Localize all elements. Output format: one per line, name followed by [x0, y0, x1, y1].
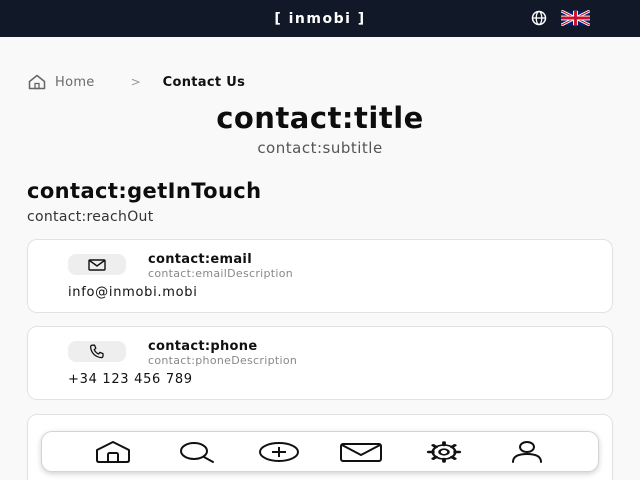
- phone-label: contact:phone: [148, 339, 258, 354]
- breadcrumb-home-label: Home: [55, 74, 95, 90]
- add-icon: [258, 441, 299, 462]
- phone-description: contact:phoneDescription: [148, 354, 298, 367]
- nav-add[interactable]: [257, 437, 301, 467]
- breadcrumb-current: Contact Us: [162, 74, 246, 90]
- top-bar: [ inmobi ]: [0, 0, 640, 37]
- breadcrumb-separator: >: [130, 75, 141, 89]
- mail-icon: [340, 442, 383, 462]
- bottom-nav: [41, 431, 599, 472]
- phone-card: contact:phone contact:phoneDescription +…: [27, 326, 613, 400]
- email-card: contact:email contact:emailDescription i…: [27, 239, 613, 313]
- globe-icon[interactable]: [527, 9, 551, 27]
- nav-profile[interactable]: [505, 437, 549, 467]
- user-icon: [511, 440, 542, 463]
- phone-value[interactable]: +34 123 456 789: [68, 372, 193, 387]
- nav-home[interactable]: [91, 437, 135, 467]
- home-icon: [28, 74, 46, 90]
- mail-icon: [68, 254, 126, 275]
- section-title: contact:getInTouch: [27, 179, 262, 203]
- page-title: contact:title: [216, 101, 424, 135]
- breadcrumb: Home > Contact Us: [27, 73, 245, 91]
- breadcrumb-home[interactable]: Home: [27, 74, 95, 90]
- uk-flag-icon[interactable]: [561, 10, 590, 26]
- page-subtitle: contact:subtitle: [257, 139, 383, 157]
- email-label: contact:email: [148, 252, 252, 267]
- nav-search[interactable]: [174, 437, 218, 467]
- email-description: contact:emailDescription: [148, 267, 294, 280]
- settings-icon: [426, 440, 462, 463]
- home-icon: [96, 440, 131, 463]
- topbar-actions: [527, 9, 590, 27]
- phone-icon: [68, 341, 126, 362]
- nav-settings[interactable]: [422, 437, 466, 467]
- search-icon: [179, 441, 214, 463]
- section-subtitle: contact:reachOut: [27, 209, 154, 225]
- email-value[interactable]: info@inmobi.mobi: [68, 285, 198, 300]
- brand-logo[interactable]: [ inmobi ]: [274, 11, 365, 27]
- nav-messages[interactable]: [339, 437, 383, 467]
